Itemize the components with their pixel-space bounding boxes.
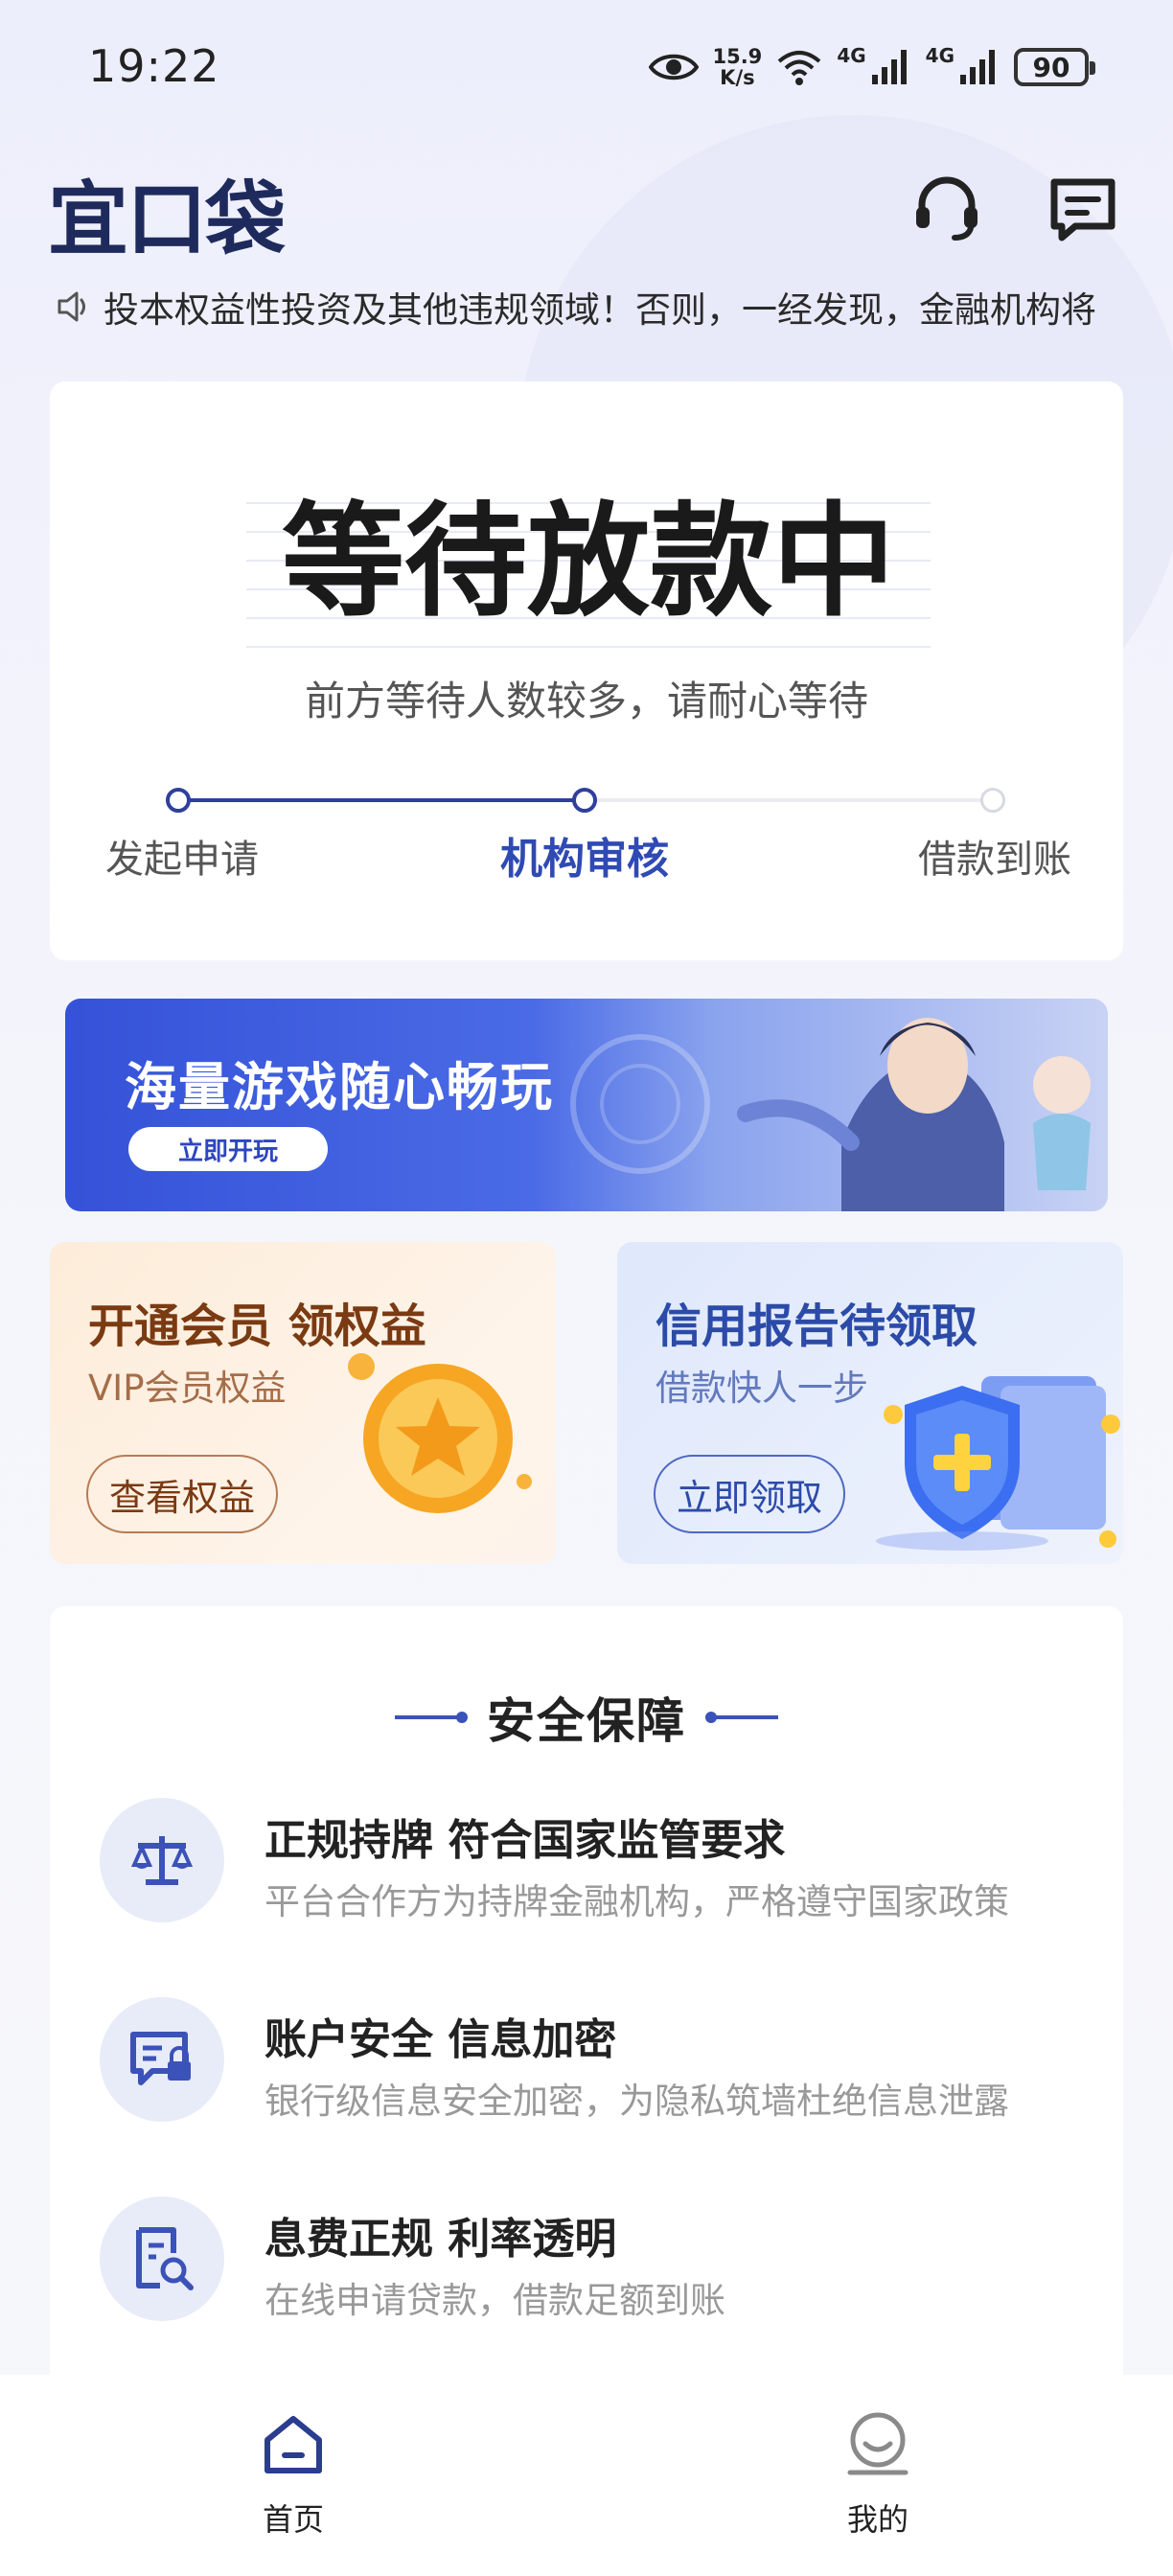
- speaker-icon: [58, 291, 85, 322]
- status-time: 19:22: [88, 40, 220, 92]
- security-header: 安全保障: [50, 1683, 1123, 1752]
- status-subtitle: 前方等待人数较多，请耐心等待: [304, 678, 868, 724]
- claim-now-button[interactable]: 立即领取: [654, 1455, 846, 1533]
- sim1-network-label: 4G: [837, 44, 866, 67]
- step-label-disburse: 借款到账: [918, 838, 1071, 882]
- game-banner-title: 海量游戏随心畅玩: [125, 1057, 554, 1117]
- security-item-title: 息费正规 利率透明: [264, 2215, 617, 2264]
- home-icon: [264, 2416, 322, 2473]
- network-speed-unit: K/s: [720, 66, 755, 89]
- security-item-icon: [100, 2196, 224, 2321]
- status-icons: 15.9 K/s 4G 4G 90: [649, 38, 1095, 96]
- security-item-icon: [100, 1997, 224, 2122]
- progress-line-completed: [178, 798, 585, 802]
- nav-label-profile: 我的: [846, 2501, 908, 2538]
- security-title: 安全保障: [487, 1693, 686, 1749]
- shield-icon: [876, 1376, 1120, 1551]
- banner-artwork: [570, 1018, 1091, 1211]
- credit-promo-title: 信用报告待领取: [656, 1300, 978, 1353]
- security-item-title: 正规持牌 符合国家监管要求: [264, 1816, 786, 1865]
- security-item: 账户安全 信息加密 银行级信息安全加密，为隐私筑墙杜绝信息泄露: [100, 1997, 1096, 2131]
- security-item-title: 账户安全 信息加密: [264, 2015, 617, 2064]
- network-speed-value: 15.9: [712, 45, 763, 68]
- wifi-icon: [778, 51, 821, 85]
- customer-service-button[interactable]: [910, 172, 983, 245]
- messages-button[interactable]: [1046, 172, 1119, 245]
- notice-text: 投本权益性投资及其他违规领域！否则，一经发现，金融机构将: [104, 289, 1096, 331]
- security-item: 正规持牌 符合国家监管要求 平台合作方为持牌金融机构，严格遵守国家政策: [100, 1798, 1096, 1932]
- view-benefits-button[interactable]: 查看权益: [86, 1455, 279, 1533]
- battery-level: 90: [1032, 51, 1070, 83]
- title-decoration-right: [705, 1712, 778, 1723]
- security-item-icon: [100, 1798, 224, 1922]
- smiley-profile-icon: [847, 2412, 908, 2475]
- secure-chat-icon: [130, 2032, 191, 2085]
- security-item: 息费正规 利率透明 在线申请贷款，借款足额到账: [100, 2196, 1096, 2331]
- status-title-wrap: 等待放款中: [246, 475, 931, 650]
- coin-star-icon: [348, 1353, 532, 1513]
- battery-indicator: 90: [1014, 48, 1095, 86]
- signal-icon: [960, 50, 995, 84]
- credit-report-promo-card[interactable]: 信用报告待领取 借款快人一步 立即领取: [617, 1242, 1123, 1564]
- vip-promo-card[interactable]: 开通会员 领权益 VIP会员权益 查看权益: [50, 1242, 556, 1564]
- vip-promo-subtitle: VIP会员权益: [88, 1368, 287, 1409]
- security-item-desc: 银行级信息安全加密，为隐私筑墙杜绝信息泄露: [264, 2081, 1009, 2122]
- status-bar: 19:22 15.9 K/s 4G 4G 90: [0, 0, 1173, 134]
- progress-line-pending: [585, 798, 993, 802]
- scale-icon: [130, 1836, 194, 1885]
- bottom-navigation: 首页 我的: [0, 2375, 1173, 2576]
- credit-promo-subtitle: 借款快人一步: [656, 1368, 868, 1409]
- step-label-review: 机构审核: [500, 835, 669, 884]
- eye-icon: [649, 54, 700, 80]
- security-item-desc: 平台合作方为持牌金融机构，严格遵守国家政策: [264, 1881, 1009, 1922]
- loan-status-card: 等待放款中 前方等待人数较多，请耐心等待 发起申请 机构审核 借款到账: [50, 381, 1123, 960]
- game-banner[interactable]: 海量游戏随心畅玩 立即开玩: [65, 999, 1108, 1211]
- network-speed: 15.9 K/s: [712, 46, 762, 88]
- step-dot-disburse: [980, 788, 1005, 813]
- document-search-icon: [136, 2227, 194, 2290]
- step-label-apply: 发起申请: [105, 838, 259, 882]
- nav-item-home[interactable]: 首页: [197, 2411, 389, 2545]
- signal-icon: [871, 50, 907, 84]
- step-dot-apply: [166, 788, 191, 813]
- status-title: 等待放款中: [281, 491, 895, 633]
- security-item-desc: 在线申请贷款，借款足额到账: [264, 2280, 725, 2321]
- sim2-network-label: 4G: [925, 44, 954, 67]
- headset-icon: [916, 176, 978, 241]
- step-dot-review: [572, 788, 597, 813]
- play-now-button[interactable]: 立即开玩: [128, 1127, 328, 1171]
- notice-bar[interactable]: 投本权益性投资及其他违规领域！否则，一经发现，金融机构将: [56, 280, 1119, 334]
- nav-item-profile[interactable]: 我的: [782, 2411, 974, 2545]
- nav-label-home: 首页: [262, 2501, 324, 2538]
- app-logo: 宜口袋: [48, 172, 286, 266]
- message-icon: [1050, 178, 1116, 242]
- title-decoration-left: [395, 1712, 468, 1723]
